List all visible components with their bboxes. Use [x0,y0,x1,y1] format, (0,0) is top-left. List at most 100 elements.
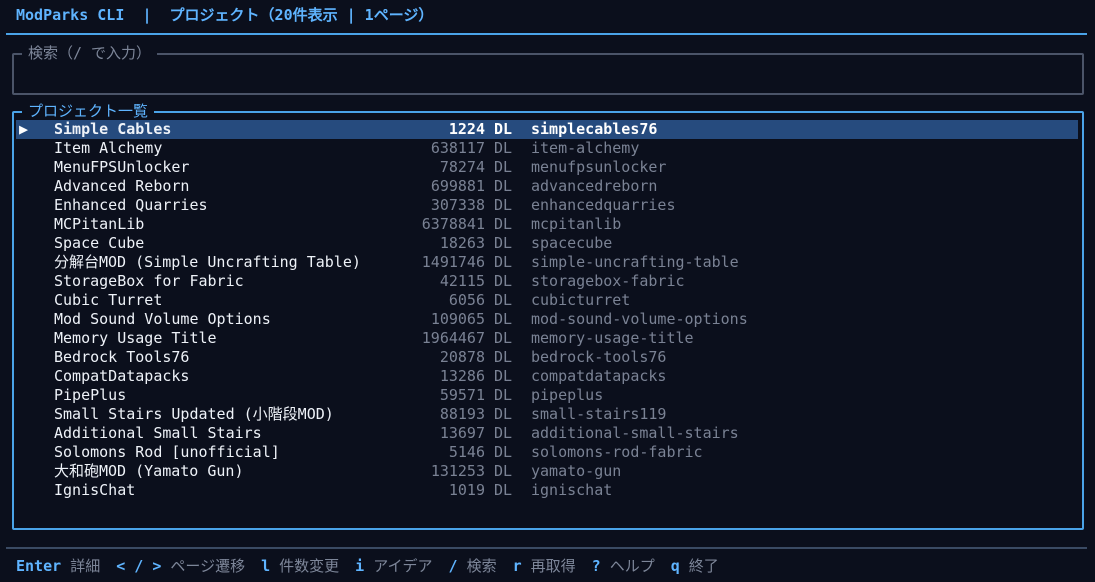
download-unit: DL [494,443,513,461]
project-row[interactable]: Bedrock Tools76 20878 DL bedrock-tools76 [16,348,1078,367]
search-panel[interactable]: 検索（/ で入力） [12,44,1084,95]
project-name: Simple Cables [54,120,172,138]
project-slug: advancedreborn [531,177,658,195]
download-count: 59571 [439,386,485,404]
keybind-description: 再取得 [530,557,576,575]
project-slug: spacecube [531,234,613,252]
project-name: 大和砲MOD (Yamato Gun) [54,462,244,480]
project-slug: yamato-gun [531,462,622,480]
project-row[interactable]: Additional Small Stairs 13697 DL additional… [16,424,1078,443]
download-count: 42115 [439,272,485,290]
project-list[interactable]: ▶ Simple Cables 1224 DL simplecables76 Item A… [16,120,1078,500]
project-name: Advanced Reborn [54,177,190,195]
keybind-hint: i アイデア [355,556,432,576]
search-input[interactable] [24,63,1064,83]
download-count: 18263 [439,234,485,252]
project-name: CompatDatapacks [54,367,190,385]
project-list-label: プロジェクト一覧 [22,102,155,120]
project-slug: simple-uncrafting-table [531,253,739,271]
project-name: StorageBox for Fabric [54,272,244,290]
keybind-hint: ? ヘルプ [592,556,655,576]
project-row[interactable]: Space Cube 18263 DL spacecube [16,234,1078,253]
download-count: 6378841 [421,215,485,233]
keybind-hint: < / > ページ遷移 [116,556,245,576]
project-name: MenuFPSUnlocker [54,158,190,176]
keybind-footer: Enter 詳細 < / > ページ遷移 l 件数変更 i アイデア / 検索 r 再取得… [16,556,735,576]
project-name: Item Alchemy [54,139,163,157]
download-unit: DL [494,120,513,138]
project-list-panel: プロジェクト一覧 ▶ Simple Cables 1224 DL simplecable… [12,102,1084,530]
download-count: 1964467 [421,329,485,347]
download-count: 307338 [430,196,485,214]
download-unit: DL [494,348,513,366]
app-name: ModParks CLI [16,6,125,24]
project-row[interactable]: CompatDatapacks 13286 DL compatdatapacks [16,367,1078,386]
project-slug: item-alchemy [531,139,640,157]
keybind-hint: q 終了 [671,556,719,576]
search-label: 検索（/ で入力） [22,44,158,62]
project-name: Solomons Rod [unofficial] [54,443,280,461]
download-unit: DL [494,215,513,233]
download-unit: DL [494,253,513,271]
keybind-key: ? [591,557,601,575]
download-unit: DL [494,272,513,290]
project-name: IgnisChat [54,481,136,499]
download-unit: DL [494,177,513,195]
project-row[interactable]: 分解台MOD (Simple Uncrafting Table) 1491746 D… [16,253,1078,272]
project-row[interactable]: IgnisChat 1019 DL ignischat [16,481,1078,500]
project-row[interactable]: Solomons Rod [unofficial] 5146 DL solomons-… [16,443,1078,462]
download-count: 6056 [448,291,485,309]
project-slug: cubicturret [531,291,631,309]
project-row[interactable]: Advanced Reborn 699881 DL advancedreborn [16,177,1078,196]
project-row[interactable]: 大和砲MOD (Yamato Gun) 131253 DL yamato-gun [16,462,1078,481]
keybind-description: 終了 [688,557,719,575]
download-count: 1019 [448,481,485,499]
project-slug: ignischat [531,481,613,499]
keybind-hint: r 再取得 [513,556,576,576]
project-slug: pipeplus [531,386,604,404]
project-slug: additional-small-stairs [531,424,739,442]
keybind-key: / [448,557,458,575]
keybind-description: アイデア [373,557,433,575]
project-row[interactable]: MCPitanLib 6378841 DL mcpitanlib [16,215,1078,234]
project-name: Enhanced Quarries [54,196,208,214]
download-count: 109065 [430,310,485,328]
keybind-description: 詳細 [70,557,101,575]
project-slug: compatdatapacks [531,367,667,385]
project-row[interactable]: Mod Sound Volume Options 109065 DL mod-soun… [16,310,1078,329]
project-row[interactable]: StorageBox for Fabric 42115 DL storagebox-f… [16,272,1078,291]
project-row[interactable]: MenuFPSUnlocker 78274 DL menufpsunlocker [16,158,1078,177]
project-row[interactable]: ▶ Simple Cables 1224 DL simplecables76 [16,120,1078,139]
download-count: 1224 [448,120,485,138]
keybind-key: < / > [116,557,162,575]
title-divider [6,33,1087,35]
keybind-key: q [670,557,680,575]
project-row[interactable]: Enhanced Quarries 307338 DL enhancedquarrie… [16,196,1078,215]
download-unit: DL [494,367,513,385]
project-name: MCPitanLib [54,215,145,233]
project-name: Small Stairs Updated (小階段MOD) [54,405,334,423]
project-slug: mcpitanlib [531,215,622,233]
project-slug: solomons-rod-fabric [531,443,703,461]
project-row[interactable]: PipePlus 59571 DL pipeplus [16,386,1078,405]
project-row[interactable]: Small Stairs Updated (小階段MOD) 88193 DL smal… [16,405,1078,424]
download-unit: DL [494,234,513,252]
project-slug: mod-sound-volume-options [531,310,748,328]
keybind-hint: / 検索 [449,556,497,576]
project-row[interactable]: Cubic Turret 6056 DL cubicturret [16,291,1078,310]
download-unit: DL [494,462,513,480]
download-count: 638117 [430,139,485,157]
keybind-hint: Enter 詳細 [16,556,100,576]
download-count: 13697 [439,424,485,442]
project-row[interactable]: Item Alchemy 638117 DL item-alchemy [16,139,1078,158]
project-name: Memory Usage Title [54,329,217,347]
keybind-description: ヘルプ [609,557,655,575]
project-row[interactable]: Memory Usage Title 1964467 DL memory-usage-… [16,329,1078,348]
download-unit: DL [494,310,513,328]
keybind-description: ページ遷移 [170,557,246,575]
project-slug: bedrock-tools76 [531,348,667,366]
keybind-key: i [355,557,365,575]
download-count: 88193 [439,405,485,423]
download-unit: DL [494,405,513,423]
download-unit: DL [494,196,513,214]
